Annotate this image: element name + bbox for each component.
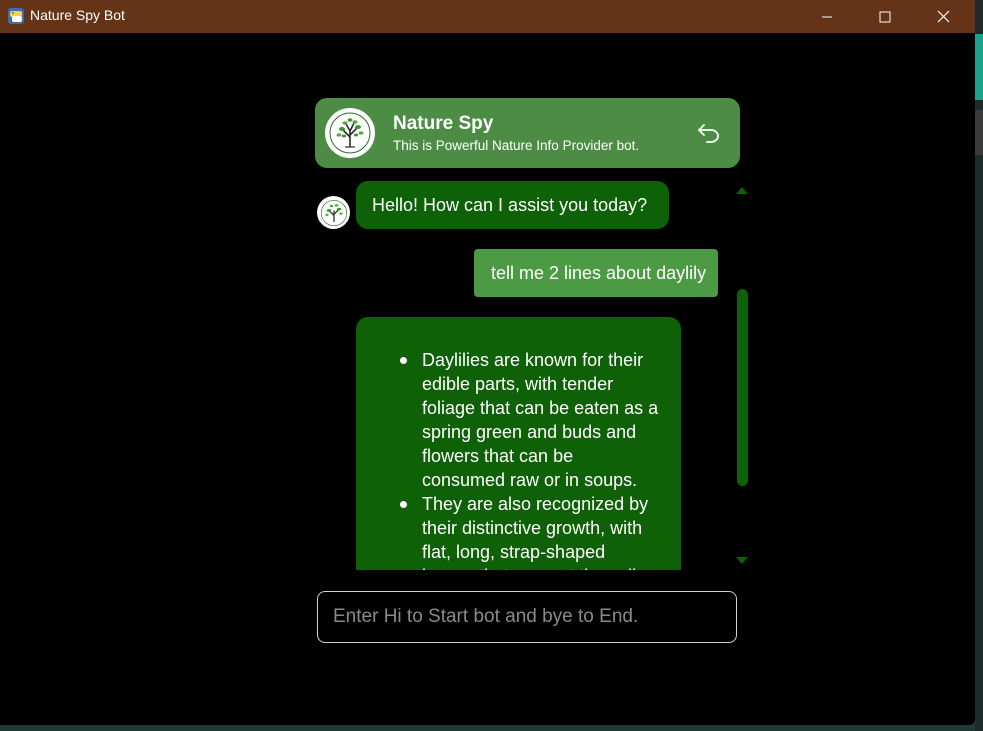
maximize-button[interactable] <box>856 0 914 33</box>
list-item: They are also recognized by their distin… <box>400 492 660 570</box>
scrollbar-thumb[interactable] <box>737 289 748 486</box>
bot-response-message: Daylilies are known for their edible par… <box>356 317 681 570</box>
scroll-down-arrow[interactable] <box>736 557 748 564</box>
bot-message: Hello! How can I assist you today? <box>356 181 669 229</box>
desktop-window-edge-2 <box>975 110 983 155</box>
tree-icon <box>320 199 347 226</box>
user-message: tell me 2 lines about daylily <box>474 249 718 297</box>
back-button[interactable] <box>697 122 721 144</box>
python-icon <box>7 7 25 25</box>
response-list: Daylilies are known for their edible par… <box>400 348 660 570</box>
window-title: Nature Spy Bot <box>30 7 125 23</box>
maximize-icon <box>879 11 891 22</box>
chat-scroll-area[interactable]: Daylilies are known for their edible par… <box>356 317 686 570</box>
minimize-button[interactable] <box>798 0 856 33</box>
close-icon <box>937 10 949 23</box>
list-item: Daylilies are known for their edible par… <box>400 348 660 492</box>
bot-header-card: Nature Spy This is Powerful Nature Info … <box>315 98 740 168</box>
scroll-up-arrow[interactable] <box>736 187 748 194</box>
app-window: Nature Spy Bot Nature Spy This is Powerf… <box>0 0 975 725</box>
bot-name: Nature Spy <box>393 113 494 134</box>
bot-avatar <box>317 196 350 229</box>
message-input[interactable] <box>317 591 737 643</box>
tree-icon <box>329 112 371 154</box>
bot-description: This is Powerful Nature Info Provider bo… <box>393 138 640 153</box>
close-button[interactable] <box>914 0 972 33</box>
bot-logo <box>325 108 375 158</box>
undo-icon <box>698 124 719 143</box>
title-bar: Nature Spy Bot <box>0 0 975 33</box>
minimize-icon <box>822 16 832 17</box>
desktop-window-edge <box>975 34 983 100</box>
